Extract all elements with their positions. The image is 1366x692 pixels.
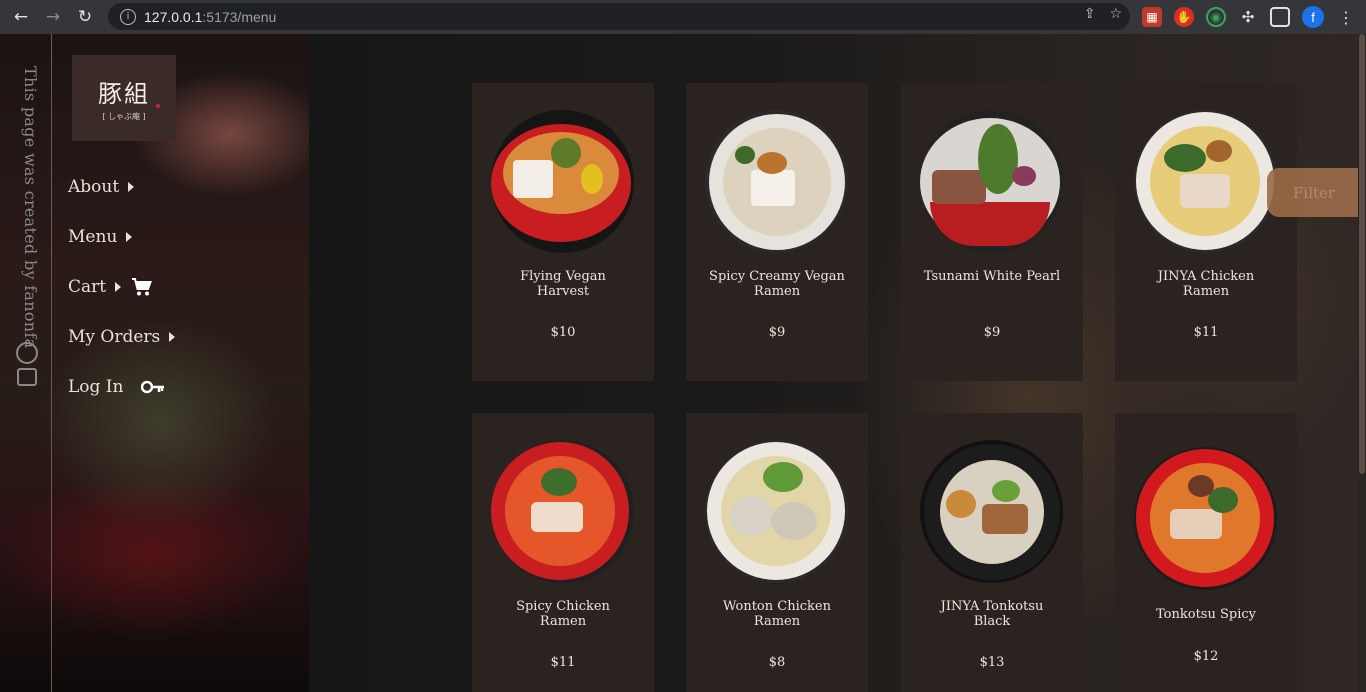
profile-avatar[interactable]: f [1302, 6, 1324, 28]
dish-price: $11 [1193, 325, 1219, 340]
back-arrow-icon[interactable]: ← [10, 6, 32, 28]
sidebar-item-about[interactable]: About [68, 162, 175, 212]
menu-card[interactable]: Tsunami White Pearl $9 [901, 83, 1083, 381]
sidebar-item-label: My Orders [68, 327, 161, 347]
sidebar-item-label: Menu [68, 227, 118, 247]
dish-name: Wonton Chicken Ramen [723, 599, 831, 629]
logo-subtitle: [ しゃぶ庵 ] [102, 112, 146, 121]
menu-card[interactable]: Spicy Creamy Vegan Ramen $9 [686, 83, 868, 381]
menu-card[interactable]: Tonkotsu Spicy $12 [1115, 413, 1297, 692]
dish-image [1134, 110, 1277, 253]
dish-price: $11 [550, 655, 576, 670]
extension-icon[interactable]: ▦ [1142, 7, 1162, 27]
dish-price: $9 [768, 325, 786, 340]
dish-price: $8 [768, 655, 786, 670]
dish-name: Spicy Creamy Vegan Ramen [709, 269, 845, 299]
sidebar-item-label: Cart [68, 277, 107, 297]
cart-icon [132, 278, 153, 296]
sidebar-item-cart[interactable]: Cart [68, 262, 175, 312]
menu-card[interactable]: JINYA Chicken Ramen $11 [1115, 83, 1297, 381]
dish-price: $9 [983, 325, 1001, 340]
reload-icon[interactable]: ↻ [74, 6, 96, 28]
sidebar-item-menu[interactable]: Menu [68, 212, 175, 262]
dish-image [491, 440, 634, 583]
key-icon [141, 380, 165, 394]
dish-image [920, 440, 1063, 583]
dish-name: JINYA Chicken Ramen [1157, 269, 1255, 299]
extension-icon[interactable]: ✋ [1174, 7, 1194, 27]
github-icon[interactable] [16, 342, 38, 364]
dish-name: Tonkotsu Spicy [1156, 607, 1256, 622]
credit-text: This page was created by fanonfa [21, 66, 40, 349]
sidebar-item-label: Log In [68, 377, 124, 397]
share-icon[interactable]: ⇪ [1084, 6, 1096, 22]
forward-arrow-icon[interactable]: → [42, 6, 64, 28]
logo[interactable]: 豚組 [ しゃぶ庵 ] [72, 55, 176, 141]
bookmark-star-icon[interactable]: ☆ [1109, 6, 1122, 22]
dish-price: $13 [979, 655, 1005, 670]
divider [51, 34, 52, 692]
browser-toolbar: ← → ↻ i 127.0.0.1:5173/menu ⇪ ☆ ▦ ✋ ◉ ✣ … [0, 0, 1366, 34]
kebab-menu-icon[interactable]: ⋮ [1336, 7, 1356, 27]
dish-image [705, 110, 848, 253]
dish-name: Flying Vegan Harvest [520, 269, 606, 299]
scrollbar-thumb[interactable] [1359, 34, 1365, 474]
sidebar-item-login[interactable]: Log In [68, 362, 175, 412]
dish-image [705, 440, 848, 583]
puzzle-extensions-icon[interactable]: ✣ [1238, 7, 1258, 27]
address-bar[interactable]: i 127.0.0.1:5173/menu ⇪ ☆ [108, 3, 1130, 30]
filter-button[interactable]: Filter [1267, 168, 1366, 217]
site-info-icon[interactable]: i [120, 8, 136, 25]
caret-right-icon [169, 332, 176, 342]
caret-right-icon [126, 232, 133, 242]
page: This page was created by fanonfa 豚組 [ しゃ… [0, 34, 1366, 692]
menu-card[interactable]: Flying Vegan Harvest $10 [472, 83, 654, 381]
logo-dot [156, 104, 160, 108]
dish-image [491, 110, 634, 253]
dish-image [920, 110, 1063, 253]
dish-name: Tsunami White Pearl [923, 269, 1061, 284]
dish-image [1134, 447, 1277, 590]
caret-right-icon [115, 282, 122, 292]
sidebar-item-my-orders[interactable]: My Orders [68, 312, 176, 362]
sidebar: This page was created by fanonfa 豚組 [ しゃ… [0, 34, 309, 692]
linkedin-icon[interactable] [17, 368, 37, 386]
url-text: 127.0.0.1:5173/menu [144, 8, 277, 25]
menu-card[interactable]: Wonton Chicken Ramen $8 [686, 413, 868, 692]
dish-price: $12 [1193, 649, 1219, 664]
extension-icon[interactable]: ◉ [1206, 7, 1226, 27]
sidebar-menu: About Menu Cart My Orders Log In [68, 162, 176, 412]
dish-name: JINYA Tonkotsu Black [940, 599, 1044, 629]
menu-card[interactable]: Spicy Chicken Ramen $11 [472, 413, 654, 692]
menu-content: Flying Vegan Harvest $10 Spicy Creamy Ve… [309, 34, 1366, 692]
sidebar-item-label: About [68, 177, 120, 197]
logo-mark: 豚組 [98, 80, 150, 108]
dish-price: $10 [550, 325, 576, 340]
dish-name: Spicy Chicken Ramen [516, 599, 610, 629]
sidepanel-icon[interactable] [1270, 7, 1290, 27]
caret-right-icon [128, 182, 135, 192]
menu-card[interactable]: JINYA Tonkotsu Black $13 [901, 413, 1083, 692]
